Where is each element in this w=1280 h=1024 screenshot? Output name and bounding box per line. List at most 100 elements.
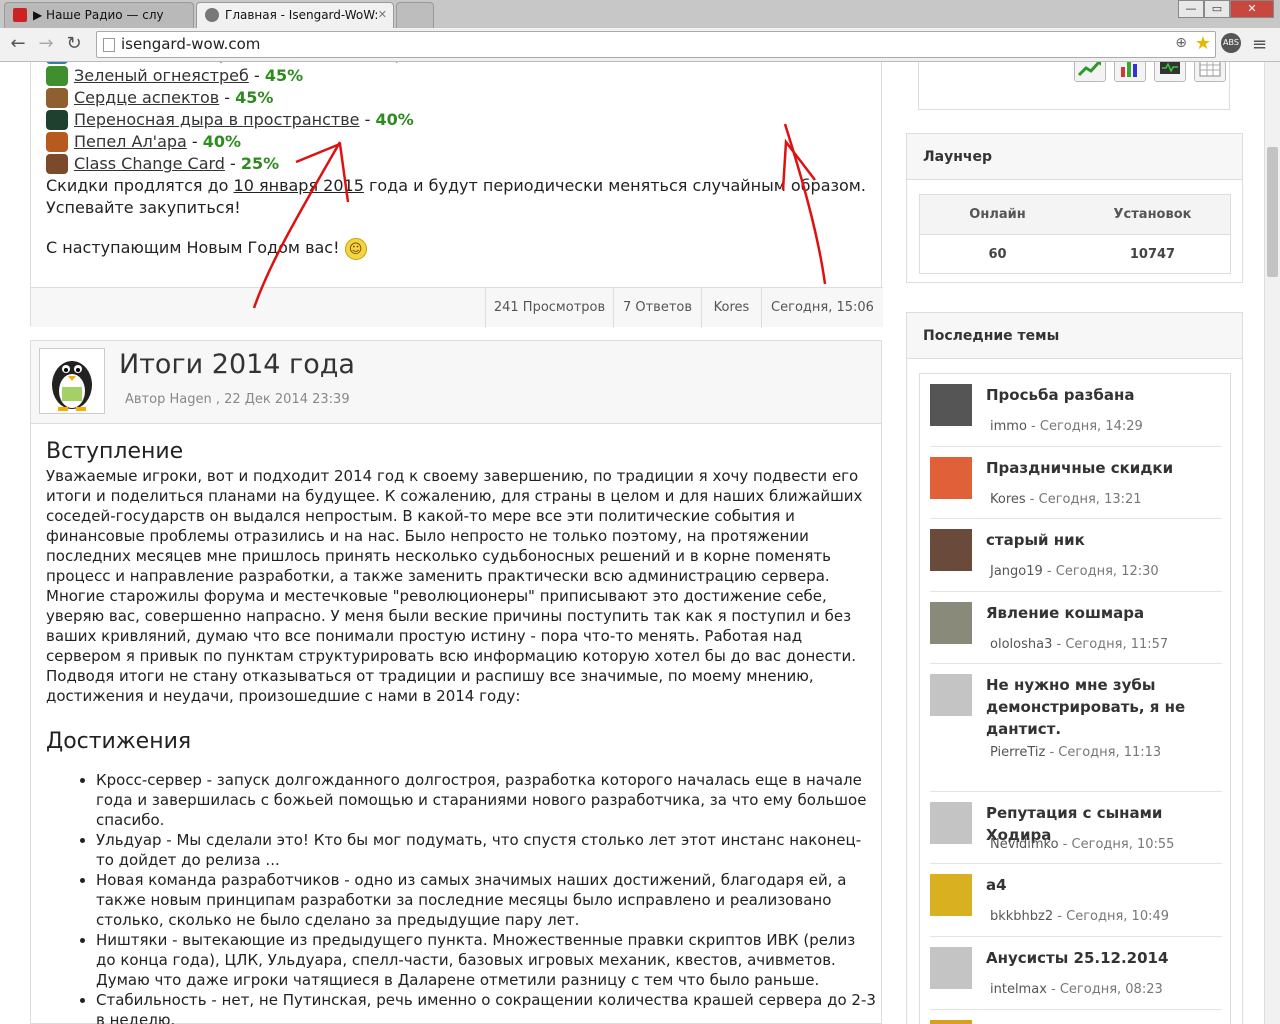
post-discounts: Ледяной змей неумолимого гладиатора - 45… xyxy=(30,62,883,328)
topic-user[interactable]: ololosha3 xyxy=(990,637,1052,652)
topic-user[interactable]: Nevidimko xyxy=(990,837,1059,852)
topic-item[interactable]: Анусисты 25.12.2014 intelmax - Сегодня, 0… xyxy=(930,937,1222,1010)
topic-user[interactable]: immo xyxy=(990,419,1027,434)
minimize-button[interactable]: — xyxy=(1178,0,1204,18)
item-link[interactable]: Зеленый огнеястреб xyxy=(74,66,249,85)
topic-title[interactable]: Анусисты 25.12.2014 xyxy=(986,947,1222,969)
topic-time: Сегодня, 10:55 xyxy=(1071,837,1175,852)
discount-percent: 45% xyxy=(430,62,468,63)
post-meta: Автор Hagen , 22 Дек 2014 23:39 xyxy=(125,392,350,407)
item-icon xyxy=(46,66,68,86)
post-body: Ледяной змей неумолимого гладиатора - 45… xyxy=(46,62,876,260)
topic-title[interactable]: Явление кошмара xyxy=(986,602,1222,624)
window-controls: — ▭ ✕ xyxy=(1178,0,1274,18)
user-avatar[interactable] xyxy=(930,457,972,499)
stats-widget xyxy=(906,62,1243,110)
radio-favicon-icon xyxy=(13,8,27,22)
topic-meta: intelmax - Сегодня, 08:23 xyxy=(990,982,1163,997)
topic-meta: Jango19 - Сегодня, 12:30 xyxy=(990,564,1159,579)
topic-title[interactable]: Праздничные скидки xyxy=(986,457,1222,479)
discount-percent: 45% xyxy=(264,66,304,85)
topic-meta: immo - Сегодня, 14:29 xyxy=(990,419,1143,434)
topic-title[interactable]: а4 xyxy=(986,874,1222,896)
topic-item[interactable]: Не нужно мне зубы демонстрировать, я не … xyxy=(930,664,1222,792)
user-avatar[interactable] xyxy=(930,874,972,916)
item-link[interactable]: Переносная дыра в пространстве xyxy=(74,110,360,129)
item-link[interactable]: Class Change Card xyxy=(74,154,225,173)
topic-item[interactable]: Явление кошмара ololosha3 - Сегодня, 11:5… xyxy=(930,592,1222,664)
topic-user[interactable]: PierreTiz xyxy=(990,745,1045,760)
user-avatar[interactable] xyxy=(930,602,972,644)
topic-item[interactable]: кинули с оплатой за xyxy=(930,1010,1222,1024)
topic-title[interactable]: кинули с оплатой за xyxy=(986,1020,1222,1024)
close-window-button[interactable]: ✕ xyxy=(1230,0,1274,18)
achievement-item: Стабильность - нет, не Путинская, речь и… xyxy=(96,990,876,1024)
extension-icon[interactable]: ABS xyxy=(1221,33,1241,53)
maximize-button[interactable]: ▭ xyxy=(1204,0,1230,18)
topic-item[interactable]: а4 bkkbhbz2 - Сегодня, 10:49 xyxy=(930,864,1222,937)
user-avatar[interactable] xyxy=(930,947,972,989)
user-avatar[interactable] xyxy=(930,384,972,426)
bar-chart-icon[interactable] xyxy=(1114,62,1146,82)
zoom-icon[interactable]: ⊕ xyxy=(1175,35,1187,51)
date-link[interactable]: 10 января 2015 xyxy=(234,176,364,195)
page-viewport: Ледяной змей неумолимого гладиатора - 45… xyxy=(0,62,1264,1024)
topic-user[interactable]: Jango19 xyxy=(990,564,1043,579)
smiley-icon: ☺ xyxy=(344,237,367,260)
online-value: 60 xyxy=(988,247,1007,262)
user-avatar[interactable] xyxy=(930,1020,972,1024)
recent-topics-title: Последние темы xyxy=(907,313,1242,359)
installs-header: Установок xyxy=(1113,207,1192,222)
item-icon xyxy=(46,132,68,152)
item-link[interactable]: Пепел Ал'ара xyxy=(74,132,187,151)
discount-note: Скидки продлятся до 10 января 2015 года … xyxy=(46,176,866,217)
post-title[interactable]: Итоги 2014 года xyxy=(119,349,355,380)
item-link[interactable]: Сердце аспектов xyxy=(74,88,219,107)
user-avatar[interactable] xyxy=(930,802,972,844)
item-link[interactable]: Ледяной змей неумолимого гладиатора xyxy=(74,62,414,63)
online-header: Онлайн xyxy=(969,207,1026,222)
launcher-title: Лаунчер xyxy=(907,134,1242,180)
achievement-item: Ульдуар - Мы сделали это! Кто бы мог под… xyxy=(96,830,876,870)
discount-list: Ледяной змей неумолимого гладиатора - 45… xyxy=(46,62,876,175)
post-time: Сегодня, 15:06 xyxy=(761,288,883,328)
discount-item: Class Change Card - 25% xyxy=(46,153,876,175)
topic-item[interactable]: Репутация с сынами Ходира Nevidimko - Сег… xyxy=(930,792,1222,864)
author-avatar[interactable] xyxy=(39,348,105,414)
topic-time: Сегодня, 12:30 xyxy=(1055,564,1159,579)
topic-user[interactable]: bkkbhbz2 xyxy=(990,909,1053,924)
tab-radio[interactable]: ▶ Наше Радио — слу xyxy=(4,2,194,28)
menu-icon[interactable]: ≡ xyxy=(1252,34,1267,55)
user-avatar[interactable] xyxy=(930,529,972,571)
intro-paragraph: Уважаемые игроки, вот и подходит 2014 го… xyxy=(46,467,863,705)
topic-user[interactable]: Kores xyxy=(990,492,1026,507)
new-tab-button[interactable] xyxy=(396,2,434,28)
topic-item[interactable]: Просьба разбана immo - Сегодня, 14:29 xyxy=(930,374,1222,447)
tab-strip: ▶ Наше Радио — слу Главная - Isengard-Wo… xyxy=(0,0,1280,28)
topic-title[interactable]: Не нужно мне зубы демонстрировать, я не … xyxy=(986,674,1222,740)
close-tab-icon[interactable]: ✕ xyxy=(378,3,387,27)
topic-item[interactable]: Праздничные скидки Kores - Сегодня, 13:21 xyxy=(930,447,1222,519)
back-icon[interactable]: ← xyxy=(6,33,30,57)
address-bar[interactable]: isengard-wow.com ⊕ ★ xyxy=(96,31,1216,58)
topic-time: Сегодня, 11:57 xyxy=(1065,637,1169,652)
page-scrollbar[interactable] xyxy=(1264,62,1280,1024)
post-content: Вступление Уважаемые игроки, вот и подхо… xyxy=(46,438,876,1024)
forward-icon[interactable]: → xyxy=(34,33,58,57)
post-author[interactable]: Kores xyxy=(701,288,761,328)
tab-isengard[interactable]: Главная - Isengard-WoW: ✕ xyxy=(196,2,394,28)
topic-item[interactable]: старый ник Jango19 - Сегодня, 12:30 xyxy=(930,519,1222,592)
reload-icon[interactable]: ↻ xyxy=(62,33,86,57)
user-avatar[interactable] xyxy=(930,674,972,716)
topic-title[interactable]: Просьба разбана xyxy=(986,384,1222,406)
bookmark-star-icon[interactable]: ★ xyxy=(1195,33,1211,54)
topic-title[interactable]: старый ник xyxy=(986,529,1222,551)
scrollbar-thumb[interactable] xyxy=(1267,147,1278,277)
table-icon[interactable] xyxy=(1194,62,1226,82)
topic-user[interactable]: intelmax xyxy=(990,982,1047,997)
replies-count[interactable]: 7 Ответов xyxy=(613,288,701,328)
monitor-icon[interactable] xyxy=(1154,62,1186,82)
launcher-table: Онлайн Установок 60 10747 xyxy=(919,194,1231,274)
growth-chart-icon[interactable] xyxy=(1074,62,1106,82)
recent-topics-list: Просьба разбана immo - Сегодня, 14:29 Праз… xyxy=(919,373,1231,1024)
